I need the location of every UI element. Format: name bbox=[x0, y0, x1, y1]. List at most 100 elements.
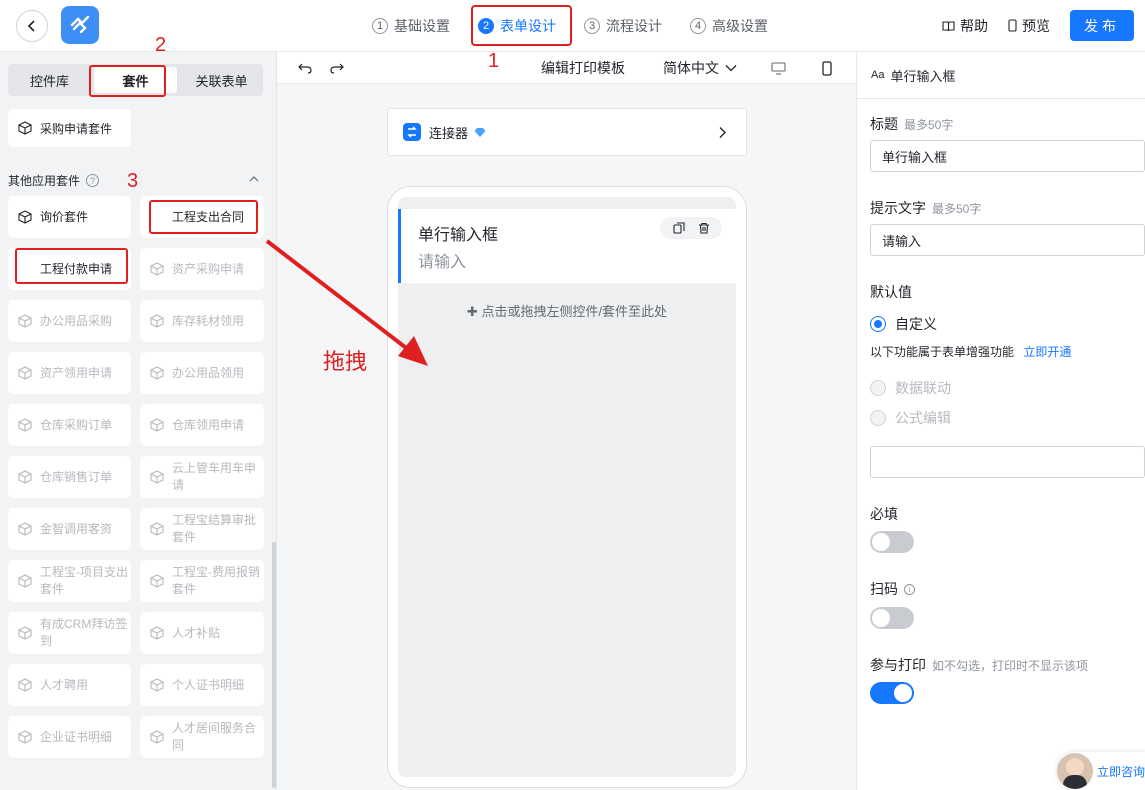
cube-icon bbox=[18, 574, 32, 588]
kit-item[interactable]: 有成CRM拜访签到 bbox=[8, 612, 131, 654]
radio-custom[interactable]: 自定义 bbox=[870, 314, 937, 334]
redo-icon bbox=[330, 63, 344, 74]
kit-item[interactable]: 工程宝结算审批套件 bbox=[140, 508, 264, 550]
properties-panel: Aa 单行输入框 标题 最多50字 单行输入框 提示文字 最多50字 请输入 默认值… bbox=[856, 52, 1145, 790]
placeholder-label: 提示文字 最多50字 bbox=[870, 200, 982, 216]
section-other-kits: 其他应用套件 ? bbox=[8, 172, 100, 189]
radio-indicator bbox=[870, 380, 886, 396]
step-advanced[interactable]: 4 高级设置 bbox=[690, 16, 768, 36]
kit-item[interactable]: 办公用品采购 bbox=[8, 300, 131, 342]
kit-item-label: 仓库领用申请 bbox=[172, 417, 245, 432]
publish-button[interactable]: 发布 bbox=[1070, 10, 1134, 41]
kit-item-label: 工程宝结算审批套件 bbox=[172, 513, 257, 544]
annotation-number-2: 2 bbox=[155, 34, 167, 56]
kit-purchase-request[interactable]: 采购申请套件 bbox=[8, 109, 131, 147]
tab-related-form[interactable]: 关联表单 bbox=[180, 64, 263, 96]
kit-item[interactable]: 人才聘用 bbox=[8, 664, 131, 706]
consult-button[interactable]: 立即咨询 bbox=[1057, 752, 1145, 790]
cube-icon bbox=[18, 730, 32, 744]
handshake-icon bbox=[70, 15, 90, 34]
help-button[interactable]: 帮助 bbox=[942, 16, 988, 36]
kit-item[interactable]: 仓库领用申请 bbox=[140, 404, 264, 446]
chevron-down-icon bbox=[725, 65, 737, 72]
kit-item-label: 资产领用申请 bbox=[40, 365, 113, 380]
kit-item[interactable]: 人才补贴 bbox=[140, 612, 264, 654]
copy-icon[interactable] bbox=[672, 222, 685, 234]
info-icon[interactable]: i bbox=[904, 583, 915, 595]
kit-item-label: 办公用品采购 bbox=[40, 313, 113, 328]
required-toggle[interactable] bbox=[870, 531, 914, 553]
kit-item[interactable]: 人才居间服务合同 bbox=[140, 716, 264, 758]
kit-item[interactable]: 金智调用客资 bbox=[8, 508, 131, 550]
cube-icon bbox=[18, 366, 32, 380]
desktop-view-button[interactable] bbox=[771, 52, 786, 84]
preview-button[interactable]: 预览 bbox=[1008, 16, 1050, 36]
cube-icon bbox=[18, 626, 32, 640]
single-line-input-field[interactable]: 单行输入框 请输入 bbox=[398, 209, 736, 283]
cube-icon bbox=[18, 678, 32, 692]
cube-icon bbox=[150, 418, 164, 432]
radio-indicator bbox=[870, 316, 886, 332]
default-value-input[interactable] bbox=[870, 446, 1145, 478]
step-nav: 1 基础设置 2 表单设计 3 流程设计 4 高级设置 bbox=[372, 0, 796, 52]
radio-indicator bbox=[870, 410, 886, 426]
kit-item[interactable]: 资产采购申请 bbox=[140, 248, 264, 290]
kit-item[interactable]: 云上管车用车申请 bbox=[140, 456, 264, 498]
kit-item-label: 询价套件 bbox=[40, 209, 89, 224]
edit-print-template-button[interactable]: 编辑打印模板 bbox=[541, 52, 625, 84]
diamond-icon bbox=[474, 127, 486, 137]
kit-item[interactable]: 库存耗材领用 bbox=[140, 300, 264, 342]
cube-icon bbox=[18, 470, 32, 484]
kit-item-label: 有成CRM拜访签到 bbox=[40, 617, 128, 648]
annotation-number-1: 1 bbox=[488, 50, 500, 72]
undo-button[interactable] bbox=[298, 52, 312, 84]
kit-item[interactable]: 工程宝-项目支出套件 bbox=[8, 560, 131, 602]
kit-item[interactable]: 工程宝-费用报销套件 bbox=[140, 560, 264, 602]
properties-header: Aa 单行输入框 bbox=[857, 52, 1145, 99]
form-drop-area[interactable]: 单行输入框 请输入 ✚ 点击或拖拽左侧控件/套件至此处 bbox=[398, 197, 736, 777]
redo-button[interactable] bbox=[330, 52, 344, 84]
kit-item-label: 人才补贴 bbox=[172, 625, 221, 640]
field-actions bbox=[660, 217, 722, 239]
enable-now-link[interactable]: 立即开通 bbox=[1023, 345, 1071, 359]
app-logo bbox=[61, 6, 99, 44]
kit-item-label: 仓库采购订单 bbox=[40, 417, 113, 432]
step-flow-design[interactable]: 3 流程设计 bbox=[584, 16, 662, 36]
phone-icon bbox=[822, 60, 832, 76]
scrollbar[interactable] bbox=[272, 542, 276, 788]
kit-item[interactable]: 办公用品领用 bbox=[140, 352, 264, 394]
kit-item[interactable]: 仓库销售订单 bbox=[8, 456, 131, 498]
undo-icon bbox=[298, 63, 312, 74]
chevron-up-icon[interactable] bbox=[248, 174, 260, 184]
kit-item[interactable]: 企业证书明细 bbox=[8, 716, 131, 758]
chevron-right-icon bbox=[719, 127, 726, 138]
back-button[interactable] bbox=[16, 10, 48, 42]
tab-controls[interactable]: 控件库 bbox=[8, 64, 91, 96]
cube-icon bbox=[150, 730, 164, 744]
connector-bar[interactable]: 连接器 bbox=[387, 108, 747, 156]
step-basic[interactable]: 1 基础设置 bbox=[372, 16, 450, 36]
kit-item[interactable]: 个人证书明细 bbox=[140, 664, 264, 706]
print-toggle[interactable] bbox=[870, 682, 914, 704]
trash-icon[interactable] bbox=[698, 222, 710, 234]
cube-icon bbox=[150, 678, 164, 692]
kit-item[interactable]: 资产领用申请 bbox=[8, 352, 131, 394]
cube-icon bbox=[150, 522, 164, 536]
mobile-preview: 单行输入框 请输入 ✚ 点击或拖拽左侧控件/套件至此处 bbox=[387, 186, 747, 788]
chevron-left-icon bbox=[27, 20, 35, 32]
scan-toggle[interactable] bbox=[870, 607, 914, 629]
kit-item[interactable]: 询价套件 bbox=[8, 196, 131, 238]
mobile-view-button[interactable] bbox=[822, 52, 832, 84]
cube-icon bbox=[150, 262, 164, 276]
language-select[interactable]: 简体中文 bbox=[663, 52, 737, 84]
radio-data-link: 数据联动 bbox=[870, 378, 951, 398]
kit-item[interactable]: 仓库采购订单 bbox=[8, 404, 131, 446]
title-input[interactable]: 单行输入框 bbox=[870, 140, 1145, 172]
kit-item-label: 库存耗材领用 bbox=[172, 313, 245, 328]
kit-item-label: 人才居间服务合同 bbox=[172, 721, 257, 752]
kit-item-label: 金智调用客资 bbox=[40, 521, 113, 536]
avatar bbox=[1057, 753, 1093, 789]
placeholder-input[interactable]: 请输入 bbox=[870, 224, 1145, 256]
cube-icon bbox=[150, 470, 164, 484]
help-icon[interactable]: ? bbox=[86, 174, 100, 187]
